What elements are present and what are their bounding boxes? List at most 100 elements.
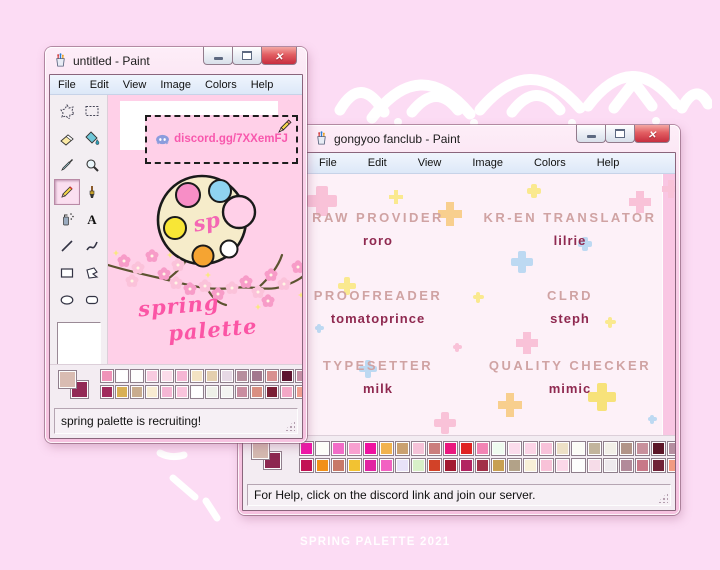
tool-line[interactable] (54, 233, 80, 259)
palette-swatch[interactable] (555, 458, 570, 473)
tool-brush[interactable] (79, 179, 105, 205)
palette-swatch[interactable] (315, 441, 330, 456)
close-button[interactable] (634, 125, 670, 143)
palette-swatch[interactable] (331, 458, 346, 473)
palette-swatch[interactable] (603, 458, 618, 473)
palette-swatch[interactable] (220, 385, 234, 399)
palette-swatch[interactable] (507, 458, 522, 473)
palette-swatch[interactable] (635, 441, 650, 456)
palette-swatch[interactable] (411, 441, 426, 456)
palette-swatch[interactable] (523, 441, 538, 456)
menu-file[interactable]: File (53, 78, 81, 92)
maximize-button[interactable] (605, 125, 635, 143)
palette-swatch[interactable] (539, 441, 554, 456)
palette-swatch[interactable] (603, 441, 618, 456)
palette-swatch[interactable] (619, 441, 634, 456)
palette-swatch[interactable] (190, 369, 204, 383)
foreground-background-colors[interactable] (57, 369, 97, 401)
palette-swatch[interactable] (347, 458, 362, 473)
palette-swatch[interactable] (115, 385, 129, 399)
palette-swatch[interactable] (280, 369, 294, 383)
palette-swatch[interactable] (265, 385, 279, 399)
palette-swatch[interactable] (160, 385, 174, 399)
palette-swatch[interactable] (491, 458, 506, 473)
palette-swatch[interactable] (250, 385, 264, 399)
palette-swatch[interactable] (395, 458, 410, 473)
palette-swatch[interactable] (459, 441, 474, 456)
maximize-button[interactable] (232, 47, 262, 65)
tool-ellipse[interactable] (54, 287, 80, 313)
palette-swatch[interactable] (235, 369, 249, 383)
tool-rounded-rectangle[interactable] (79, 287, 105, 313)
foreground-background-colors[interactable] (250, 440, 290, 472)
tool-text[interactable]: A (79, 206, 105, 232)
close-button[interactable] (261, 47, 297, 65)
palette-swatch[interactable] (443, 458, 458, 473)
palette-swatch[interactable] (379, 458, 394, 473)
tool-free-form-select[interactable] (54, 98, 80, 124)
palette-swatch[interactable] (250, 369, 264, 383)
palette-swatch[interactable] (667, 458, 675, 473)
palette-swatch[interactable] (115, 369, 129, 383)
palette-swatch[interactable] (475, 458, 490, 473)
palette-swatch[interactable] (619, 458, 634, 473)
palette-swatch[interactable] (220, 369, 234, 383)
palette-swatch[interactable] (299, 441, 314, 456)
menu-colors[interactable]: Colors (528, 156, 572, 170)
menu-colors[interactable]: Colors (200, 78, 242, 92)
menu-help[interactable]: Help (246, 78, 279, 92)
palette-swatch[interactable] (315, 458, 330, 473)
palette-swatch[interactable] (100, 369, 114, 383)
palette-swatch[interactable] (395, 441, 410, 456)
resize-grip[interactable] (284, 420, 295, 431)
foreground-color-swatch[interactable] (58, 370, 77, 389)
selection-discord-link[interactable]: discord.gg/7XXemFJ (145, 115, 298, 164)
tool-polygon[interactable] (79, 260, 105, 286)
paint-canvas[interactable]: sp discord.gg/7XXemFJ spring palette (108, 95, 302, 364)
minimize-button[interactable] (203, 47, 233, 65)
tool-rect-select[interactable] (79, 98, 105, 124)
menu-help[interactable]: Help (591, 156, 626, 170)
discord-invite-link[interactable]: discord.gg/7XXemFJ (174, 133, 288, 145)
palette-swatch[interactable] (443, 441, 458, 456)
resize-grip[interactable] (657, 492, 668, 503)
palette-swatch[interactable] (205, 385, 219, 399)
palette-swatch[interactable] (299, 458, 314, 473)
palette-swatch[interactable] (555, 441, 570, 456)
palette-swatch[interactable] (587, 458, 602, 473)
palette-swatch[interactable] (145, 385, 159, 399)
tool-eraser[interactable] (54, 125, 80, 151)
palette-swatch[interactable] (491, 441, 506, 456)
menu-image[interactable]: Image (155, 78, 196, 92)
minimize-button[interactable] (576, 125, 606, 143)
menu-file[interactable]: File (313, 156, 343, 170)
palette-swatch[interactable] (331, 441, 346, 456)
palette-swatch[interactable] (667, 441, 675, 456)
palette-swatch[interactable] (635, 458, 650, 473)
palette-swatch[interactable] (280, 385, 294, 399)
palette-swatch[interactable] (160, 369, 174, 383)
palette-swatch[interactable] (363, 441, 378, 456)
menu-view[interactable]: View (412, 156, 448, 170)
tool-curve[interactable] (79, 233, 105, 259)
palette-swatch[interactable] (235, 385, 249, 399)
palette-swatch[interactable] (651, 458, 666, 473)
palette-swatch[interactable] (175, 369, 189, 383)
palette-swatch[interactable] (587, 441, 602, 456)
palette-swatch[interactable] (427, 458, 442, 473)
foreground-color-swatch[interactable] (251, 441, 270, 460)
tool-pencil[interactable] (54, 179, 80, 205)
palette-swatch[interactable] (507, 441, 522, 456)
palette-swatch[interactable] (265, 369, 279, 383)
palette-swatch[interactable] (427, 441, 442, 456)
palette-swatch[interactable] (145, 369, 159, 383)
palette-swatch[interactable] (459, 458, 474, 473)
paint-canvas[interactable]: RAW PROVIDER roro KR-EN TRANSLATOR lilrie PR… (243, 174, 675, 435)
tool-magnifier[interactable] (79, 152, 105, 178)
palette-swatch[interactable] (379, 441, 394, 456)
palette-swatch[interactable] (411, 458, 426, 473)
tool-rectangle[interactable] (54, 260, 80, 286)
palette-swatch[interactable] (539, 458, 554, 473)
palette-swatch[interactable] (571, 441, 586, 456)
menu-image[interactable]: Image (466, 156, 509, 170)
